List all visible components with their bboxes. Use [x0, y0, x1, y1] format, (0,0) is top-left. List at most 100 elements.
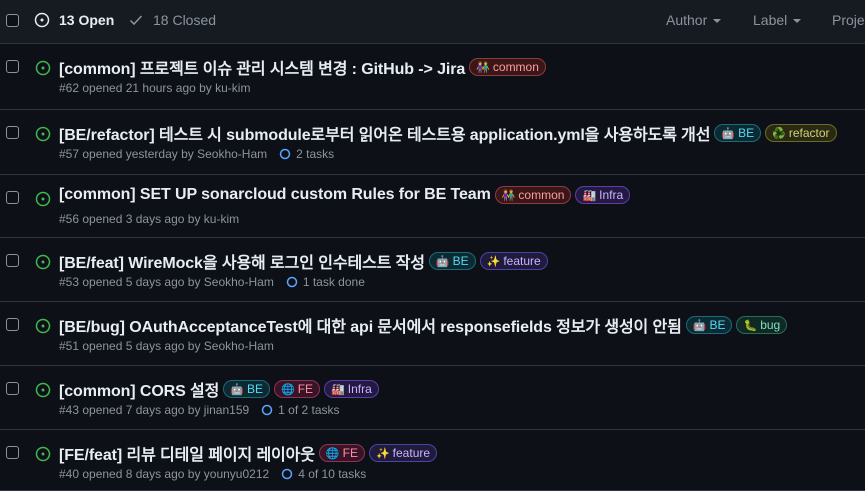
issue-open-icon: [35, 60, 51, 76]
closed-count-label: 18 Closed: [153, 12, 217, 28]
label-filter[interactable]: Label: [753, 12, 802, 28]
check-icon: [129, 15, 143, 26]
closed-issues-tab[interactable]: 18 Closed: [128, 12, 216, 28]
issue-checkbox[interactable]: [6, 318, 19, 331]
issue-row[interactable]: [common] SET UP sonarcloud custom Rules …: [0, 175, 865, 238]
label-name: BE: [452, 254, 469, 268]
label-emoji-icon: 🤖: [721, 127, 736, 140]
task-progress-label: 4 of 10 tasks: [298, 467, 367, 481]
chevron-down-icon: [793, 19, 802, 23]
issue-title-link[interactable]: [common] SET UP sonarcloud custom Rules …: [59, 186, 491, 204]
task-progress-icon: [286, 276, 298, 288]
projects-filter[interactable]: Proje: [832, 12, 865, 28]
label-name: feature: [503, 254, 541, 268]
task-progress-label: 2 tasks: [296, 147, 335, 161]
label-badge[interactable]: 👫 common: [494, 186, 572, 204]
issue-title-link[interactable]: [FE/feat] 리뷰 디테일 페이지 레이아웃: [59, 441, 315, 465]
issue-checkbox[interactable]: [6, 191, 19, 204]
label-emoji-icon: 🤖: [435, 255, 450, 268]
issue-checkbox[interactable]: [6, 126, 19, 139]
task-progress[interactable]: 1 of 2 tasks: [261, 403, 340, 417]
open-count-label: 13 Open: [59, 12, 115, 28]
label-emoji-icon: 🤖: [230, 383, 244, 396]
issue-title-link[interactable]: [BE/feat] WireMock을 사용해 로그인 인수테스트 작성: [59, 249, 425, 273]
issue-checkbox[interactable]: [6, 382, 19, 395]
label-emoji-icon: 👫: [476, 61, 490, 74]
issue-row[interactable]: [common] CORS 설정 🤖 BE 🌐 FE 🏭 Infra #43 opened 7…: [0, 366, 865, 430]
issue-open-icon: [34, 12, 50, 28]
issue-open-icon: [35, 318, 51, 334]
label-name: feature: [392, 446, 431, 460]
label-name: FE: [297, 382, 314, 396]
label-badge[interactable]: 🤖 BE: [223, 380, 271, 398]
label-badge[interactable]: ✨ feature: [368, 444, 438, 462]
issue-meta: #57 opened yesterday by Seokho-Ham: [59, 147, 268, 161]
label-name: BE: [247, 382, 264, 396]
task-progress[interactable]: 2 tasks: [279, 147, 334, 161]
label-name: Infra: [347, 382, 372, 396]
issue-title-link[interactable]: [BE/bug] OAuthAcceptanceTest에 대한 api 문서에…: [59, 313, 682, 337]
label-badge[interactable]: 🤖 BE: [714, 124, 762, 142]
label-emoji-icon: ✨: [375, 447, 390, 460]
task-progress[interactable]: 1 task done: [286, 275, 365, 289]
author-filter[interactable]: Author: [666, 12, 722, 28]
label-emoji-icon: ✨: [486, 255, 501, 268]
issue-title-link[interactable]: [BE/refactor] 테스트 시 submodule로부터 읽어온 테스트…: [59, 121, 711, 145]
task-progress[interactable]: 4 of 10 tasks: [281, 467, 366, 481]
label-name: FE: [342, 446, 358, 460]
issue-checkbox[interactable]: [6, 60, 19, 73]
label-badge[interactable]: 🏭 Infra: [575, 186, 631, 204]
issue-row[interactable]: [BE/refactor] 테스트 시 submodule로부터 읽어온 테스트…: [0, 110, 865, 175]
label-badge[interactable]: 🏭 Infra: [324, 380, 379, 398]
label-name: Infra: [599, 188, 624, 202]
issue-meta: #43 opened 7 days ago by jinan159: [59, 403, 250, 417]
label-name: BE: [738, 126, 755, 140]
issue-open-icon: [35, 446, 51, 462]
issue-checkbox[interactable]: [6, 446, 19, 459]
label-badge[interactable]: 🌐 FE: [318, 444, 365, 462]
label-badge[interactable]: 👫 common: [469, 58, 546, 76]
issue-row[interactable]: [BE/bug] OAuthAcceptanceTest에 대한 api 문서에…: [0, 302, 865, 366]
issue-meta: #62 opened 21 hours ago by ku-kim: [59, 81, 251, 95]
label-badge[interactable]: 🤖 BE: [428, 252, 476, 270]
label-emoji-icon: 🤖: [692, 319, 707, 332]
issue-meta: #51 opened 5 days ago by Seokho-Ham: [59, 339, 274, 353]
issue-checkbox[interactable]: [6, 254, 19, 267]
label-badge[interactable]: ✨ feature: [479, 252, 548, 270]
issue-open-icon: [35, 126, 51, 142]
label-badge[interactable]: 🐛 bug: [736, 316, 788, 334]
issue-title-link[interactable]: [common] CORS 설정: [59, 377, 219, 401]
task-progress-label: 1 task done: [302, 275, 365, 289]
label-badge[interactable]: 🌐 FE: [274, 380, 321, 398]
label-emoji-icon: 🌐: [281, 383, 295, 396]
label-name: common: [518, 188, 565, 202]
issue-row[interactable]: [FE/feat] 리뷰 디테일 페이지 레이아웃 🌐 FE ✨ feature #40 …: [0, 430, 865, 491]
label-name: common: [492, 60, 539, 74]
issue-open-icon: [35, 254, 51, 270]
label-badge[interactable]: ♻️ refactor: [765, 124, 837, 142]
label-emoji-icon: 👫: [501, 189, 516, 202]
issue-open-icon: [35, 382, 51, 398]
select-all-checkbox[interactable]: [6, 14, 19, 27]
issue-row[interactable]: [common] 프로젝트 이슈 관리 시스템 변경 : GitHub -> J…: [0, 44, 865, 110]
label-emoji-icon: 🏭: [582, 189, 597, 202]
label-name: refactor: [788, 126, 830, 140]
issue-open-icon: [35, 191, 51, 207]
label-emoji-icon: ♻️: [772, 127, 786, 140]
issue-meta: #40 opened 8 days ago by younyu0212: [59, 467, 270, 481]
label-name: BE: [709, 318, 726, 332]
label-emoji-icon: 🌐: [325, 447, 340, 460]
issues-header: 13 Open 18 Closed Author Label Proje: [0, 0, 865, 44]
task-progress-icon: [281, 468, 293, 480]
task-progress-icon: [279, 148, 291, 160]
label-badge[interactable]: 🤖 BE: [685, 316, 733, 334]
label-emoji-icon: 🏭: [331, 383, 345, 396]
issue-meta: #53 opened 5 days ago by Seokho-Ham: [59, 275, 274, 289]
chevron-down-icon: [713, 19, 722, 23]
issue-row[interactable]: [BE/feat] WireMock을 사용해 로그인 인수테스트 작성 🤖 BE ✨…: [0, 238, 865, 302]
task-progress-icon: [261, 404, 273, 416]
task-progress-label: 1 of 2 tasks: [278, 403, 340, 417]
issue-title-link[interactable]: [common] 프로젝트 이슈 관리 시스템 변경 : GitHub -> J…: [59, 55, 465, 79]
open-issues-tab[interactable]: 13 Open: [34, 12, 114, 28]
issue-meta: #56 opened 3 days ago by ku-kim: [59, 212, 240, 226]
